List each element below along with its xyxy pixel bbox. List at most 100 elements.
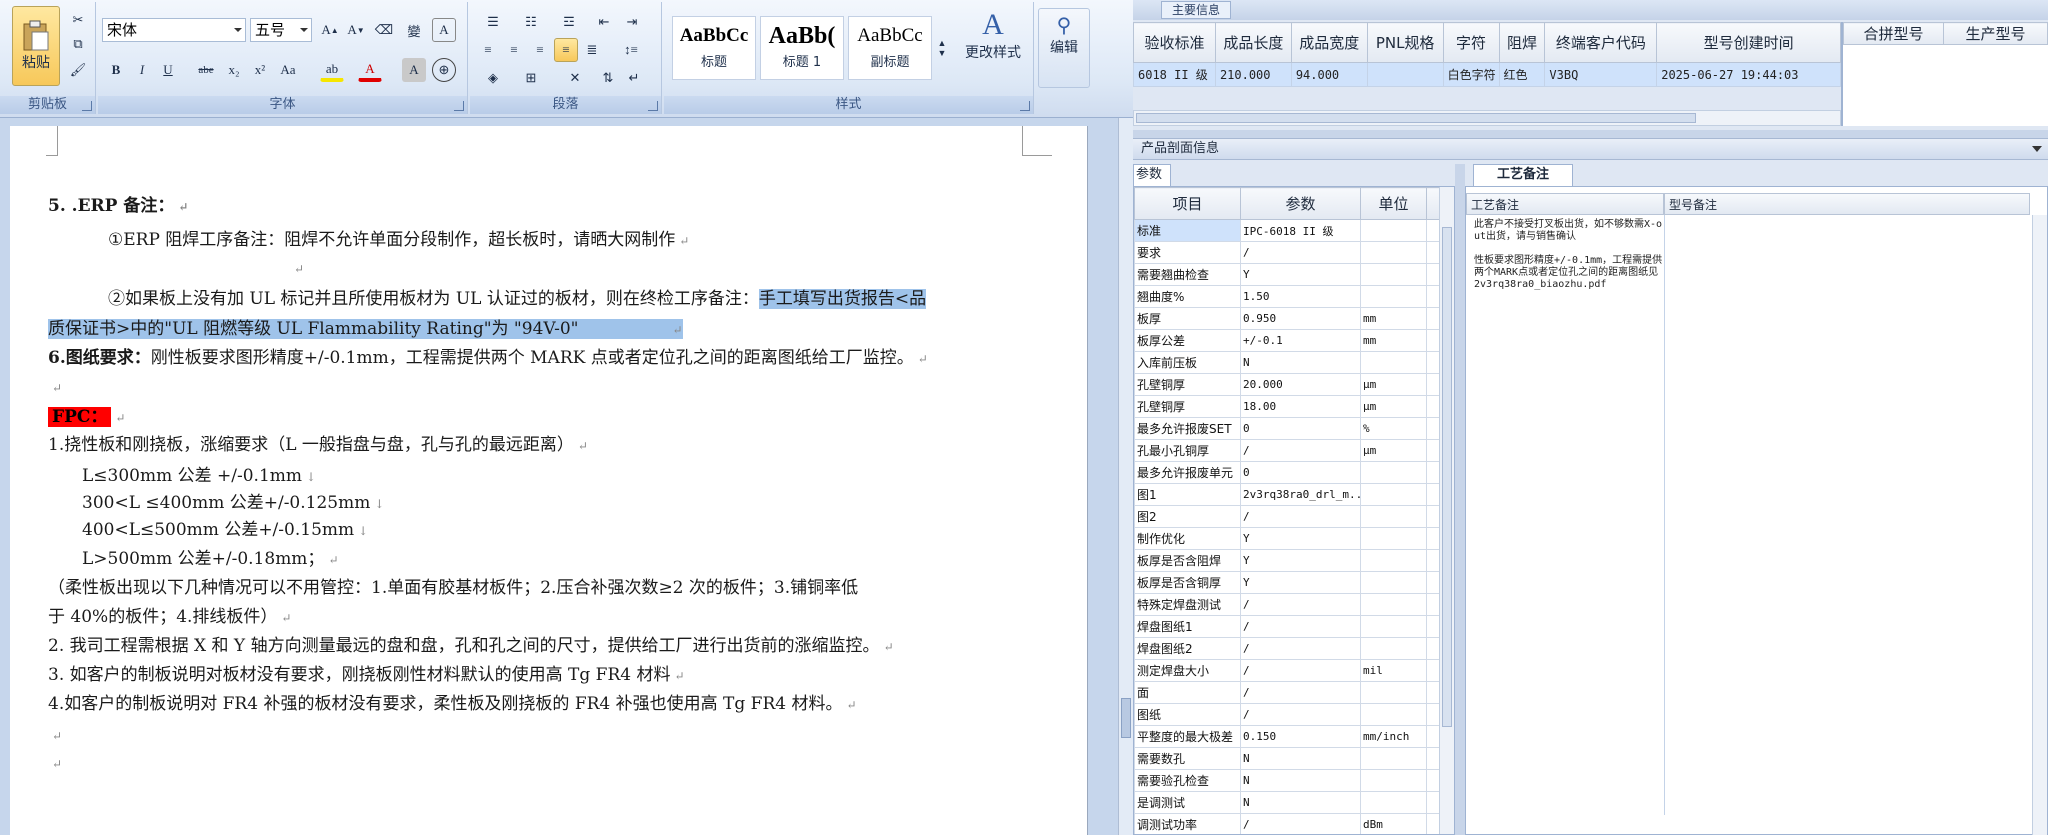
enclose-char-icon[interactable]: ⊕: [432, 58, 456, 82]
format-painter-icon[interactable]: 🖌: [66, 58, 90, 82]
grow-font-icon[interactable]: A ▲: [318, 18, 342, 42]
table-row[interactable]: 调测试功率 / dBm: [1134, 813, 1441, 834]
table-row[interactable]: 板厚 0.950 mm: [1134, 307, 1441, 330]
change-styles-button[interactable]: A 更改样式: [956, 8, 1030, 88]
param-unit-cell[interactable]: mm: [1360, 307, 1427, 330]
strikethrough-button[interactable]: abe: [194, 58, 218, 82]
col-header[interactable]: 阻焊: [1498, 22, 1546, 63]
distributed-icon[interactable]: ≣: [580, 38, 604, 62]
param-value-cell[interactable]: /: [1240, 593, 1361, 616]
param-value-cell[interactable]: Y: [1240, 571, 1361, 594]
table-row[interactable]: 孔壁铜厚 20.000 μm: [1134, 373, 1441, 396]
param-unit-cell[interactable]: [1360, 637, 1427, 660]
increase-indent-icon[interactable]: ⇥: [620, 10, 644, 34]
param-value-cell[interactable]: N: [1240, 747, 1361, 770]
param-unit-cell[interactable]: [1360, 593, 1427, 616]
bold-button[interactable]: B: [104, 58, 128, 82]
table-row[interactable]: 是调测试 N: [1134, 791, 1441, 814]
col-header[interactable]: 型号备注: [1664, 193, 2030, 215]
param-name-cell[interactable]: 需要验孔检查: [1134, 769, 1241, 792]
line-spacing-icon[interactable]: ↕≡: [614, 38, 648, 62]
col-header[interactable]: 单位: [1360, 187, 1427, 220]
param-unit-cell[interactable]: [1360, 351, 1427, 374]
chinese-layout-icon[interactable]: ✕: [558, 66, 592, 90]
param-unit-cell[interactable]: μm: [1360, 395, 1427, 418]
param-name-cell[interactable]: 入库前压板: [1134, 351, 1241, 374]
craft-note-text[interactable]: 此客户不接受打叉板出货，如不够数需X-out出货，请与销售确认 性板要求图形精度…: [1474, 219, 1664, 291]
subscript-button[interactable]: x₂: [222, 58, 246, 82]
col-header[interactable]: 成品宽度: [1290, 22, 1368, 63]
decrease-indent-icon[interactable]: ⇤: [592, 10, 616, 34]
col-header[interactable]: 字符: [1442, 22, 1500, 63]
param-value-cell[interactable]: /: [1240, 703, 1361, 726]
table-row[interactable]: 板厚是否含铜厚 Y: [1134, 571, 1441, 594]
col-header[interactable]: 参数: [1240, 187, 1361, 220]
param-unit-cell[interactable]: [1360, 285, 1427, 308]
col-header[interactable]: PNL规格: [1366, 22, 1444, 63]
col-header[interactable]: 生产型号: [1943, 22, 2048, 45]
font-name-combo[interactable]: 宋体: [102, 18, 246, 42]
param-name-cell[interactable]: 最多允许报废SET: [1134, 417, 1241, 440]
cell[interactable]: 6018 II 级: [1133, 62, 1216, 87]
param-unit-cell[interactable]: mm/inch: [1360, 725, 1427, 748]
section-header[interactable]: 产品剖面信息: [1133, 138, 2048, 160]
param-unit-cell[interactable]: [1360, 791, 1427, 814]
param-value-cell[interactable]: /: [1240, 505, 1361, 528]
underline-button[interactable]: U: [156, 58, 180, 82]
param-value-cell[interactable]: N: [1240, 769, 1361, 792]
param-name-cell[interactable]: 板厚是否含阻焊: [1134, 549, 1241, 572]
param-name-cell[interactable]: 面: [1134, 681, 1241, 704]
cell[interactable]: 94.000: [1290, 62, 1368, 87]
table-row[interactable]: 入库前压板 N: [1134, 351, 1441, 374]
pane-splitter[interactable]: [1133, 130, 2048, 138]
col-header[interactable]: 项目: [1134, 187, 1241, 220]
scrollbar-thumb[interactable]: [1136, 113, 1696, 123]
table-row[interactable]: 标准 IPC-6018 II 级: [1134, 219, 1441, 242]
sort-icon[interactable]: ⇅: [596, 66, 620, 90]
style-title[interactable]: AaBbCc 标题: [672, 16, 756, 80]
param-name-cell[interactable]: 调测试功率: [1134, 813, 1241, 834]
table-row[interactable]: 图2/: [1134, 505, 1441, 528]
param-value-cell[interactable]: /: [1240, 241, 1361, 264]
shrink-font-icon[interactable]: A ▼: [344, 18, 368, 42]
cell[interactable]: 白色字符: [1442, 62, 1500, 87]
param-name-cell[interactable]: 板厚: [1134, 307, 1241, 330]
clear-format-icon[interactable]: ⌫: [372, 18, 396, 42]
borders-icon[interactable]: ⊞: [514, 66, 548, 90]
param-unit-cell[interactable]: [1360, 263, 1427, 286]
char-shading-icon[interactable]: A: [402, 58, 426, 82]
clipboard-launcher-icon[interactable]: [82, 101, 92, 111]
param-name-cell[interactable]: 图1: [1134, 483, 1241, 506]
table-row[interactable]: 最多允许报废单元 0: [1134, 461, 1441, 484]
param-unit-cell[interactable]: [1360, 747, 1427, 770]
align-right-icon[interactable]: ≡: [528, 38, 552, 62]
table-row[interactable]: 焊盘图纸2/: [1134, 637, 1441, 660]
change-case-button[interactable]: Aa: [276, 58, 300, 82]
document-scrollbar[interactable]: [1118, 118, 1133, 835]
param-unit-cell[interactable]: [1360, 549, 1427, 572]
table-row[interactable]: 需要验孔检查 N: [1134, 769, 1441, 792]
param-value-cell[interactable]: /: [1240, 637, 1361, 660]
param-name-cell[interactable]: 要求: [1134, 241, 1241, 264]
phonetic-guide-icon[interactable]: 變: [402, 18, 426, 42]
style-subtitle[interactable]: AaBbCc 副标题: [848, 16, 932, 80]
param-name-cell[interactable]: 标准: [1134, 219, 1241, 242]
param-name-cell[interactable]: 孔壁铜厚: [1134, 395, 1241, 418]
table-row[interactable]: 板厚公差 +/-0.1 mm: [1134, 329, 1441, 352]
col-header[interactable]: 合拼型号: [1843, 22, 1944, 45]
param-value-cell[interactable]: IPC-6018 II 级: [1240, 219, 1361, 242]
params-scrollbar[interactable]: [1439, 187, 1454, 834]
param-unit-cell[interactable]: [1360, 769, 1427, 792]
param-unit-cell[interactable]: mil: [1360, 659, 1427, 682]
param-value-cell[interactable]: Y: [1240, 263, 1361, 286]
param-name-cell[interactable]: 翘曲度%: [1134, 285, 1241, 308]
param-unit-cell[interactable]: %: [1360, 417, 1427, 440]
param-value-cell[interactable]: 0: [1240, 417, 1361, 440]
justify-icon[interactable]: ≡: [554, 38, 578, 62]
table-row[interactable]: 孔最小孔铜厚 / μm: [1134, 439, 1441, 462]
cell[interactable]: V3BQ: [1544, 62, 1658, 87]
col-header[interactable]: 终端客户代码: [1544, 22, 1658, 63]
param-unit-cell[interactable]: [1360, 241, 1427, 264]
param-name-cell[interactable]: 最多允许报废单元: [1134, 461, 1241, 484]
italic-button[interactable]: I: [130, 58, 154, 82]
